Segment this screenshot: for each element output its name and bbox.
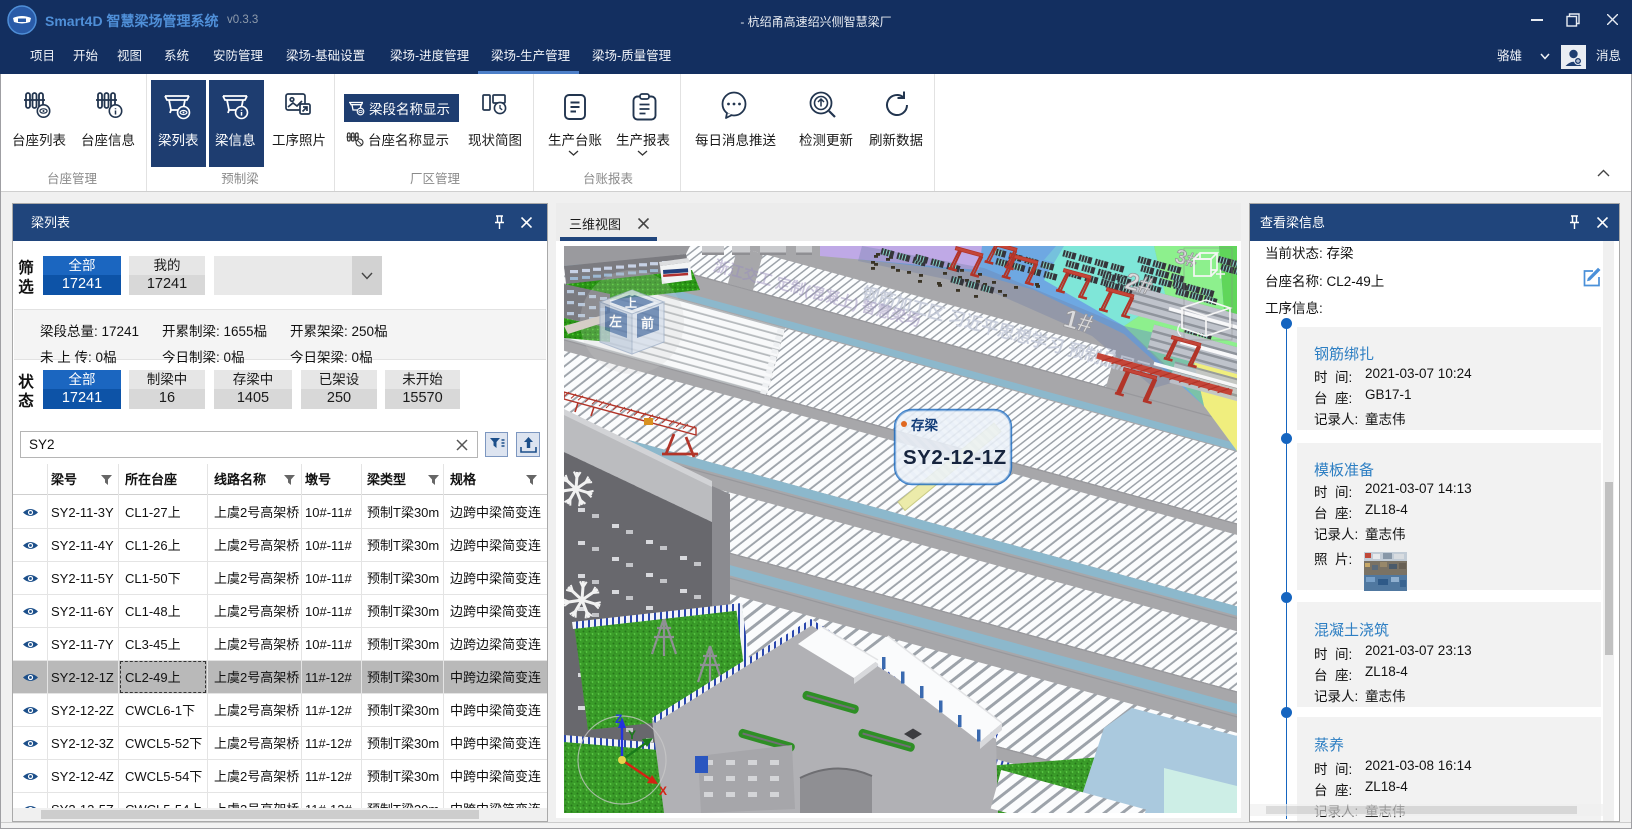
- svg-text:Y: Y: [628, 728, 636, 742]
- svg-text:前: 前: [641, 316, 654, 331]
- svg-text:Z: Z: [615, 712, 622, 726]
- svg-text:存梁: 存梁: [911, 417, 939, 433]
- svg-text:左: 左: [609, 314, 622, 329]
- svg-text:上: 上: [625, 295, 637, 310]
- svg-text:X: X: [659, 784, 667, 798]
- svg-text:SY2-12-1Z: SY2-12-1Z: [903, 446, 1007, 469]
